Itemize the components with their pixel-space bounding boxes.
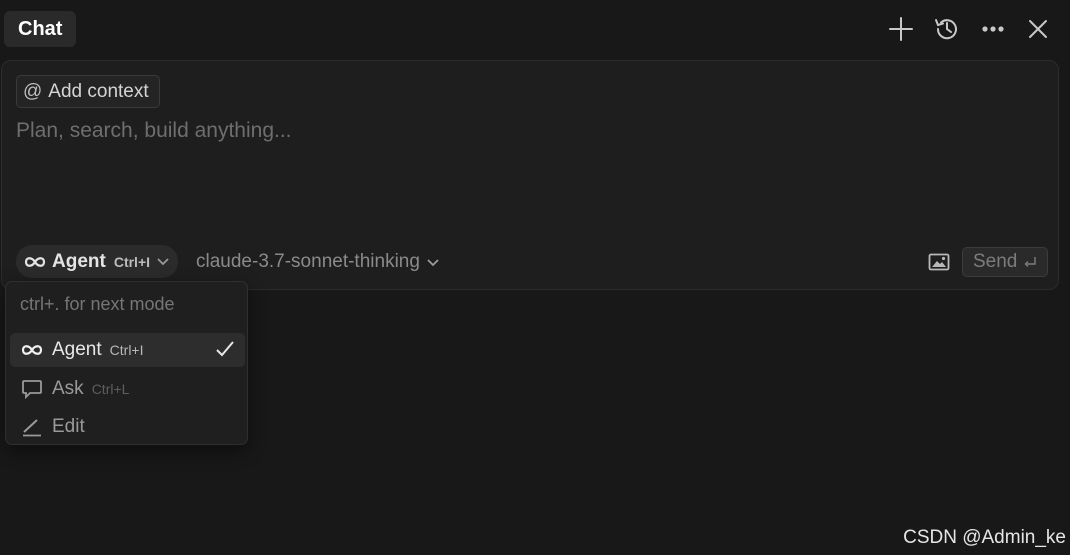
more-icon — [982, 26, 1004, 32]
infinity-icon — [24, 256, 46, 267]
new-chat-button[interactable] — [883, 11, 919, 47]
add-context-label: Add context — [48, 80, 149, 102]
enter-key-icon — [1024, 257, 1037, 267]
at-icon: @ — [23, 80, 43, 102]
infinity-icon — [20, 343, 44, 357]
watermark: CSDN @Admin_ke — [903, 527, 1066, 548]
mode-menu-item-edit[interactable]: Edit — [10, 410, 245, 444]
chevron-down-icon — [426, 251, 440, 273]
plus-icon — [889, 17, 913, 41]
mode-menu: ctrl+. for next mode Agent Ctrl+I Ask Ct… — [5, 281, 248, 445]
mode-menu-item-label: Agent — [52, 339, 102, 360]
mode-menu-item-shortcut: Ctrl+I — [109, 342, 144, 358]
attach-image-button[interactable] — [924, 248, 954, 276]
history-button[interactable] — [929, 11, 965, 47]
close-icon — [1029, 20, 1047, 38]
pencil-icon — [20, 417, 44, 437]
mode-menu-item-label: Edit — [52, 416, 85, 437]
checkmark-icon — [215, 340, 235, 363]
send-button[interactable]: Send — [962, 247, 1049, 277]
mode-label: Agent — [52, 250, 106, 272]
chevron-down-icon — [156, 253, 170, 271]
mode-selector[interactable]: Agent Ctrl+I — [16, 245, 179, 278]
image-icon — [928, 253, 950, 271]
mode-menu-item-agent[interactable]: Agent Ctrl+I — [10, 333, 245, 367]
chat-bubble-icon — [20, 379, 44, 399]
history-icon — [935, 19, 957, 40]
tab-chat[interactable]: Chat — [4, 11, 77, 47]
add-context-button[interactable]: @ Add context — [16, 75, 160, 108]
chat-panel: Chat @ Add context Plan, search, build a… — [0, 0, 1070, 555]
mode-menu-hint: ctrl+. for next mode — [20, 294, 175, 314]
model-selector[interactable]: claude-3.7-sonnet-thinking — [196, 245, 440, 278]
more-options-button[interactable] — [975, 11, 1011, 47]
send-label: Send — [973, 251, 1018, 272]
mode-menu-item-label: Ask — [52, 378, 84, 399]
message-input[interactable] — [16, 119, 1036, 229]
mode-menu-item-ask[interactable]: Ask Ctrl+L — [10, 372, 245, 406]
mode-shortcut: Ctrl+I — [113, 253, 151, 270]
chat-header: Chat — [0, 0, 1070, 58]
composer: @ Add context Agent Ctrl+I claude-3.7-so… — [1, 60, 1059, 290]
model-label: claude-3.7-sonnet-thinking — [196, 250, 420, 272]
mode-menu-item-shortcut: Ctrl+L — [91, 381, 130, 397]
close-button[interactable] — [1020, 11, 1056, 47]
